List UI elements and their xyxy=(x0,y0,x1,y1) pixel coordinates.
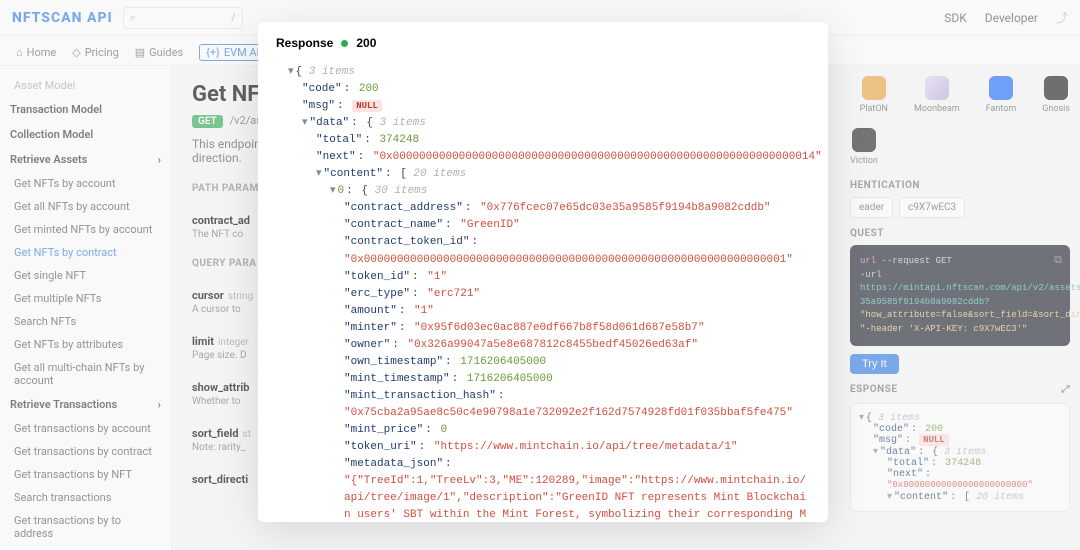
toggle-icon[interactable]: ▾ xyxy=(316,168,322,180)
toggle-icon[interactable]: ▾ xyxy=(302,117,308,129)
status-code: 200 xyxy=(356,36,376,50)
json-tree[interactable]: ▾{ 3 items code: 200 msg: NULL ▾data: { … xyxy=(276,64,810,522)
toggle-icon[interactable]: ▾ xyxy=(288,66,294,78)
toggle-icon[interactable]: ▾ xyxy=(330,185,336,197)
modal-title: Response xyxy=(276,36,333,50)
status-dot-icon xyxy=(341,40,348,47)
response-modal: Response 200 ▾{ 3 items code: 200 msg: N… xyxy=(258,22,828,522)
